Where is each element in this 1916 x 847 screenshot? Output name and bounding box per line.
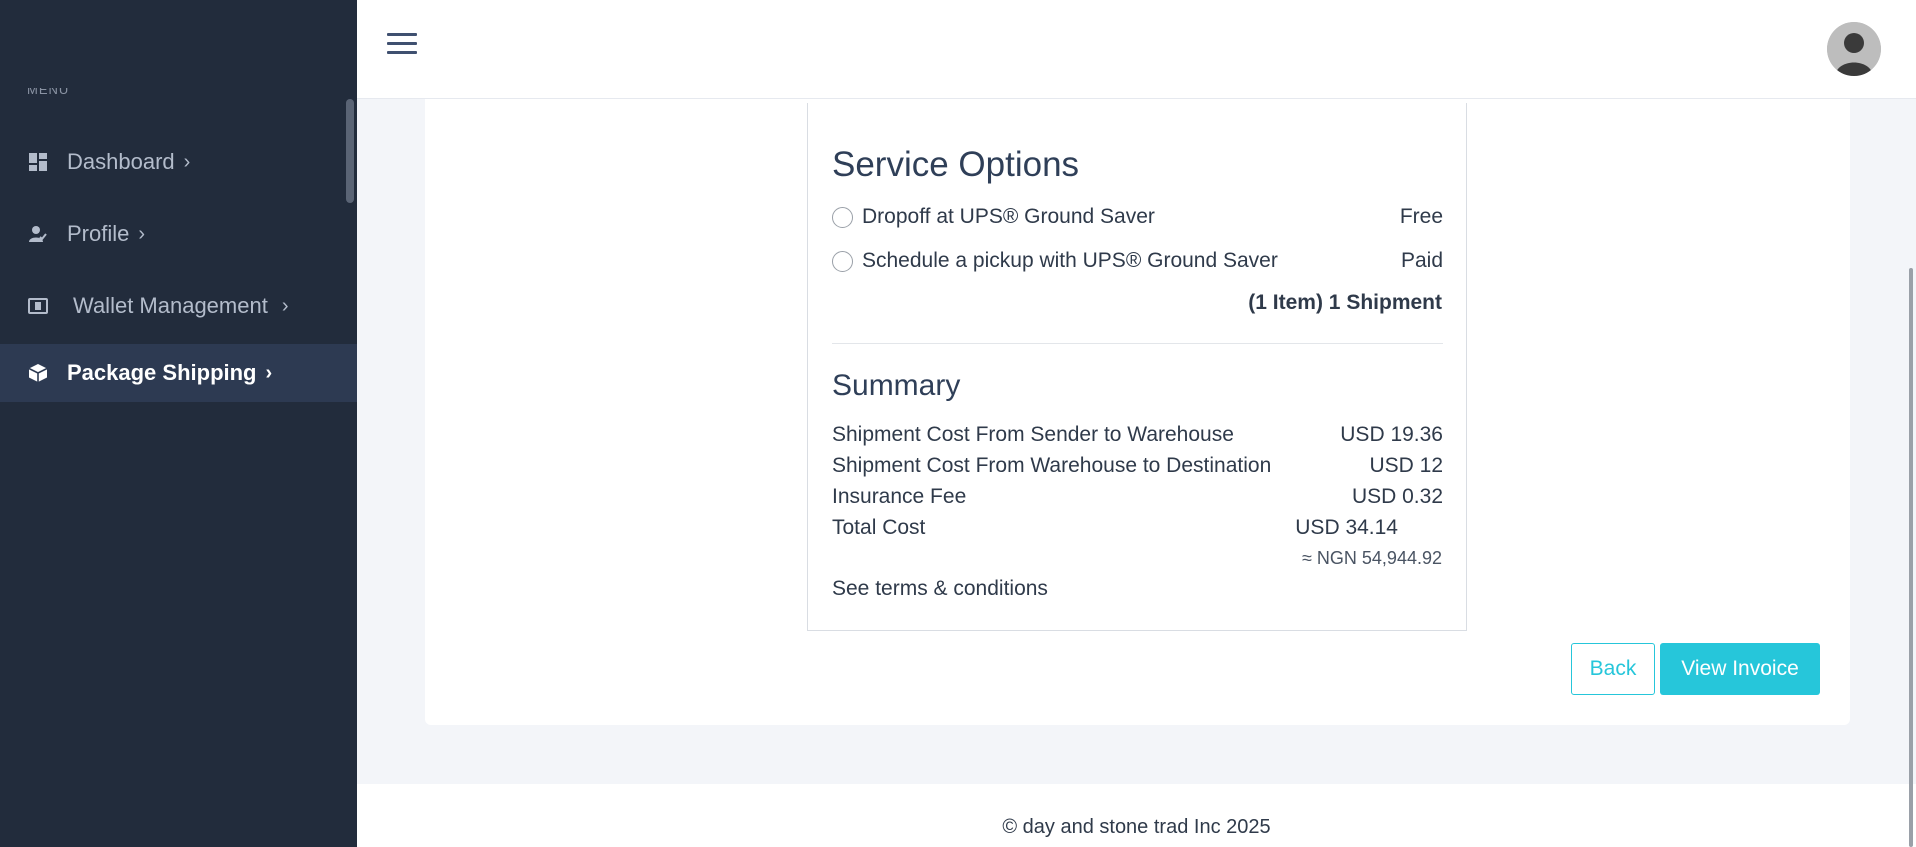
sidebar-item-label: Wallet Management [73,293,268,318]
chevron-right-icon: › [138,222,146,245]
sidebar-item-package-shipping[interactable]: Package Shipping › [0,344,357,402]
total-label: Total Cost [832,516,926,539]
option-label: Dropoff at UPS® Ground Saver [862,205,1155,228]
summary-title: Summary [832,369,961,402]
option-label: Schedule a pickup with UPS® Ground Saver [862,249,1278,272]
summary-label: Shipment Cost From Warehouse to Destinat… [832,454,1272,477]
profile-icon [28,224,48,244]
summary-label: Insurance Fee [832,485,967,508]
footer: © day and stone trad Inc 2025 [357,784,1916,847]
terms-link[interactable]: See terms & conditions [832,577,1048,601]
option-price: Free [1399,205,1443,228]
sidebar-scrollbar[interactable] [346,99,354,203]
service-option-dropoff[interactable]: Dropoff at UPS® Ground Saver Free [832,202,1443,232]
chevron-right-icon: › [183,150,191,173]
top-header [357,0,1916,99]
chevron-right-icon: › [281,294,289,317]
radio-button[interactable] [832,250,853,272]
service-option-pickup[interactable]: Schedule a pickup with UPS® Ground Saver… [832,246,1443,276]
service-summary-panel: Service Options Dropoff at UPS® Ground S… [807,103,1467,631]
copyright-text: © day and stone trad Inc 2025 [1002,816,1271,838]
summary-row: Insurance Fee USD 0.32 [832,485,1443,509]
dashboard-icon [28,152,48,172]
summary-value: USD 19.36 [1340,423,1443,446]
service-options-title: Service Options [832,145,1080,184]
wallet-icon [28,296,48,316]
sidebar-item-wallet-management[interactable]: Wallet Management › [0,277,357,335]
ngn-equivalent: ≈ NGN 54,944.92 [1302,548,1442,568]
sidebar-item-label: Profile [67,221,130,246]
page-scrollbar[interactable] [1909,268,1913,847]
menu-heading: MENU [27,88,70,97]
radio-button[interactable] [832,206,853,228]
chevron-right-icon: › [265,361,273,384]
summary-label: Shipment Cost From Sender to Warehouse [832,423,1234,446]
sidebar: MENU Dashboard › Profile › Wallet Manage… [0,0,357,847]
sidebar-item-label: Package Shipping [67,360,257,385]
shipment-count: (1 Item) 1 Shipment [1248,291,1442,314]
package-icon [28,363,48,383]
summary-row: Shipment Cost From Sender to Warehouse U… [832,423,1443,447]
summary-value: USD 12 [1369,454,1443,477]
avatar-icon[interactable] [1827,22,1881,76]
option-price: Paid [1400,249,1443,272]
back-button[interactable]: Back [1571,643,1655,695]
sidebar-item-profile[interactable]: Profile › [0,205,357,263]
view-invoice-button[interactable]: View Invoice [1660,643,1820,695]
summary-value: USD 0.32 [1351,485,1443,508]
sidebar-item-dashboard[interactable]: Dashboard › [0,133,357,191]
summary-row: Shipment Cost From Warehouse to Destinat… [832,454,1443,478]
sidebar-item-label: Dashboard [67,149,175,174]
total-cost-row: Total Cost USD 34.14 [832,516,1443,540]
hamburger-icon[interactable] [387,33,417,57]
section-divider [832,343,1443,344]
total-value: USD 34.14 [1295,516,1398,539]
